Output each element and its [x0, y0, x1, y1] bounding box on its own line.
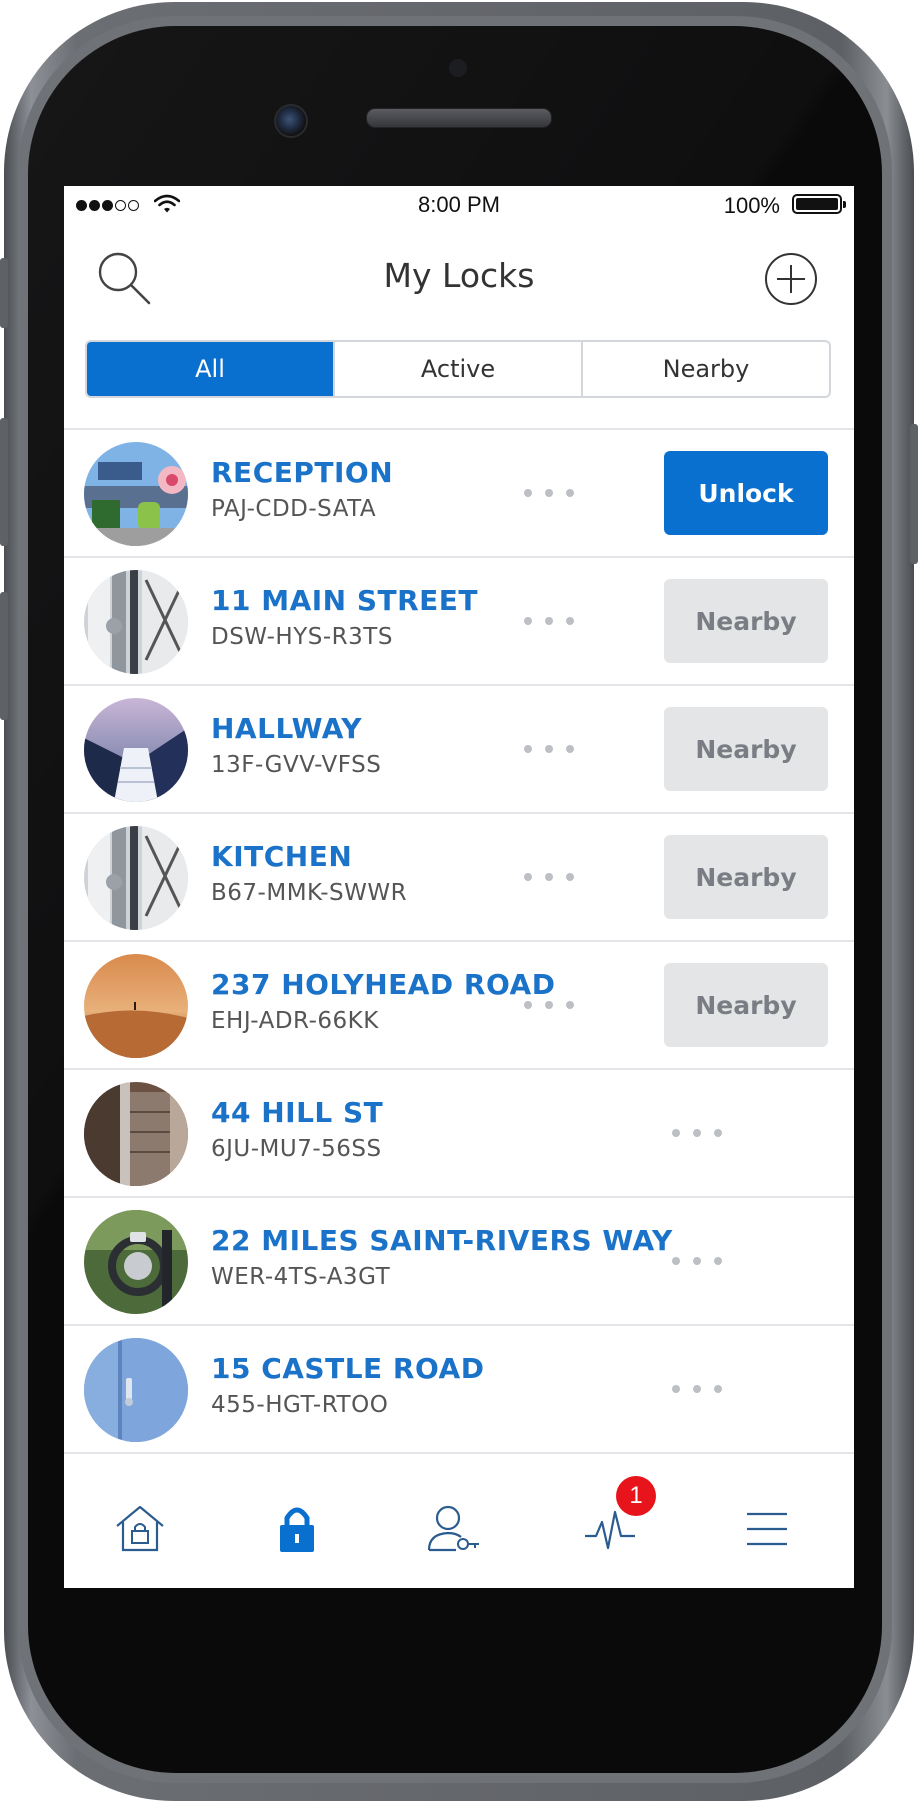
mute-switch: [0, 258, 8, 328]
earpiece-speaker: [366, 108, 552, 128]
lock-row-237-holyhead-road[interactable]: 237 HOLYHEAD ROAD EHJ-ADR-66KK Nearby: [64, 942, 854, 1070]
lock-thumbnail: [84, 1082, 188, 1186]
more-options-button[interactable]: [672, 1118, 722, 1148]
lock-thumbnail: [84, 826, 188, 930]
hamburger-menu-icon: [747, 1512, 787, 1546]
battery-percentage: 100%: [723, 193, 780, 218]
lock-code: B67-MMK-SWWR: [211, 880, 408, 906]
lock-code: EHJ-ADR-66KK: [211, 1008, 379, 1034]
lock-code: 6JU-MU7-56SS: [211, 1136, 382, 1162]
tab-users[interactable]: [419, 1494, 489, 1564]
user-key-icon: [427, 1505, 479, 1552]
more-options-button[interactable]: [524, 862, 574, 892]
nearby-button[interactable]: Nearby: [664, 579, 828, 663]
volume-down-button: [0, 592, 8, 720]
lock-name: RECEPTION: [211, 456, 394, 489]
filter-tab-active[interactable]: Active: [333, 342, 581, 396]
tab-menu[interactable]: [732, 1494, 802, 1564]
proximity-sensor: [449, 59, 467, 77]
front-camera: [274, 104, 308, 138]
lock-name: 15 CASTLE ROAD: [211, 1352, 485, 1385]
lock-name: HALLWAY: [211, 712, 363, 745]
filter-tab-nearby[interactable]: Nearby: [581, 342, 829, 396]
tab-home[interactable]: [105, 1494, 175, 1564]
navigation-bar: My Locks: [64, 226, 854, 326]
lock-code: PAJ-CDD-SATA: [211, 496, 377, 522]
lock-code: WER-4TS-A3GT: [211, 1264, 391, 1290]
more-options-button[interactable]: [524, 734, 574, 764]
lock-name: 22 MILES SAINT-RIVERS WAY: [211, 1224, 673, 1257]
more-options-button[interactable]: [672, 1374, 722, 1404]
page-title: My Locks: [383, 256, 535, 295]
locks-list: RECEPTION PAJ-CDD-SATA Unlock 11 MAIN ST…: [64, 428, 854, 1454]
lock-thumbnail: [84, 570, 188, 674]
lock-row-reception[interactable]: RECEPTION PAJ-CDD-SATA Unlock: [64, 430, 854, 558]
lock-row-11-main-street[interactable]: 11 MAIN STREET DSW-HYS-R3TS Nearby: [64, 558, 854, 686]
lock-row-kitchen[interactable]: KITCHEN B67-MMK-SWWR Nearby: [64, 814, 854, 942]
add-lock-button[interactable]: [764, 252, 818, 306]
padlock-icon: [280, 1507, 314, 1552]
lock-row-22-miles-saint-rivers-way[interactable]: 22 MILES SAINT-RIVERS WAY WER-4TS-A3GT: [64, 1198, 854, 1326]
tab-bar: 1: [64, 1456, 854, 1588]
app-screen: 8:00 PM 100% My Locks All Active Nearby: [64, 186, 854, 1588]
lock-thumbnail: [84, 698, 188, 802]
more-options-button[interactable]: [524, 990, 574, 1020]
lock-name: KITCHEN: [211, 840, 353, 873]
volume-up-button: [0, 418, 8, 546]
nearby-button[interactable]: Nearby: [664, 835, 828, 919]
power-button: [910, 424, 918, 564]
filter-tab-all[interactable]: All: [87, 342, 333, 396]
filter-segmented-control: All Active Nearby: [85, 340, 831, 398]
nearby-button[interactable]: Nearby: [664, 707, 828, 791]
more-options-button[interactable]: [524, 606, 574, 636]
lock-code: DSW-HYS-R3TS: [211, 624, 393, 650]
home-lock-icon: [116, 1505, 164, 1552]
lock-name: 11 MAIN STREET: [211, 584, 479, 617]
more-options-button[interactable]: [672, 1246, 722, 1276]
lock-code: 455-HGT-RTOO: [211, 1392, 389, 1418]
lock-code: 13F-GVV-VFSS: [211, 752, 382, 778]
lock-row-15-castle-road[interactable]: 15 CASTLE ROAD 455-HGT-RTOO: [64, 1326, 854, 1454]
more-options-button[interactable]: [524, 478, 574, 508]
lock-name: 237 HOLYHEAD ROAD: [211, 968, 556, 1001]
tab-locks[interactable]: [262, 1494, 332, 1564]
lock-thumbnail: [84, 442, 188, 546]
battery-icon: [792, 194, 846, 214]
unlock-button[interactable]: Unlock: [664, 451, 828, 535]
lock-thumbnail: [84, 954, 188, 1058]
lock-thumbnail: [84, 1210, 188, 1314]
lock-name: 44 HILL ST: [211, 1096, 384, 1129]
lock-row-hallway[interactable]: HALLWAY 13F-GVV-VFSS Nearby: [64, 686, 854, 814]
notification-badge: 1: [616, 1476, 656, 1516]
lock-thumbnail: [84, 1338, 188, 1442]
nearby-button[interactable]: Nearby: [664, 963, 828, 1047]
plus-circle-icon: [765, 253, 817, 305]
status-bar: 8:00 PM 100%: [64, 186, 854, 226]
tab-activity[interactable]: 1: [575, 1476, 656, 1564]
lock-row-44-hill-st[interactable]: 44 HILL ST 6JU-MU7-56SS: [64, 1070, 854, 1198]
